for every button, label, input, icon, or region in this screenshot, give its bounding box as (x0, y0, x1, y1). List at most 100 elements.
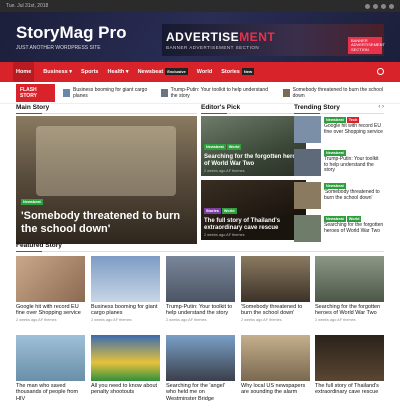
trending-item[interactable]: Newsbeat Trump-Putin: Your toolkit to he… (294, 149, 384, 179)
featured-card[interactable]: Google hit with record EU fine over Shop… (16, 256, 85, 322)
flash-ticker: FLASH STORY Business booming for giant c… (0, 82, 400, 104)
instagram-icon[interactable] (381, 3, 386, 9)
flash-story-label: FLASH STORY (16, 83, 55, 102)
banner-ad[interactable]: ADVERTISEMENT BANNER ADVERTISEMENT SECTI… (162, 24, 385, 56)
card-meta: 2 weeks ago AF themes (204, 233, 245, 237)
ad-badge: BANNER ADVERTISEMENT SECTION (348, 37, 385, 55)
ticker-item[interactable]: Business booming for giant cargo planes (62, 87, 153, 99)
site-title[interactable]: StoryMag Pro (16, 23, 127, 43)
card-image (166, 335, 235, 381)
category-badge[interactable]: World (221, 208, 237, 215)
featured-section: Featured Story Google hit with record EU… (16, 242, 384, 402)
editors-card[interactable]: Stories World The full story of Thailand'… (201, 180, 306, 240)
featured-card[interactable]: 'Somebody threatened to burn the school … (241, 256, 310, 322)
card-image (241, 256, 310, 302)
section-title: Featured Story (16, 242, 384, 252)
card-title[interactable]: Google hit with record EU fine over Shop… (16, 304, 85, 317)
facebook-icon[interactable] (365, 3, 370, 9)
card-image (91, 256, 160, 302)
editors-card[interactable]: Newsbeat World Searching for the forgotte… (201, 116, 306, 176)
trending-title[interactable]: Google hit with record EU fine over Shop… (324, 123, 384, 136)
nav-item-home[interactable]: Home (13, 62, 35, 82)
card-meta: 2 weeks ago AF themes (166, 317, 207, 322)
ticker-item[interactable]: Trump-Putin: Your toolkit to help unders… (160, 87, 275, 99)
section-title: Main Story (16, 104, 197, 114)
search-icon[interactable] (377, 68, 384, 75)
twitter-icon[interactable] (373, 3, 378, 9)
main-story-card[interactable]: Newsbeat 'Somebody threatened to burn th… (16, 116, 197, 244)
category-badge[interactable]: Newsbeat (21, 198, 43, 205)
section-title: Trending Story (294, 104, 384, 114)
featured-card[interactable]: The full story of Thailand's extraordina… (315, 335, 384, 396)
nav-item-newsbeat[interactable]: Newsbeat Exclusive (138, 68, 188, 75)
card-image (16, 335, 85, 381)
featured-row: Google hit with record EU fine over Shop… (16, 256, 384, 336)
category-badge[interactable]: World (226, 144, 242, 151)
card-image (241, 335, 310, 381)
main-story-section: Main Story Newsbeat 'Somebody threatened… (16, 104, 197, 244)
card-title[interactable]: Business booming for giant cargo planes (91, 304, 160, 317)
card-title[interactable]: The full story of Thailand's extraordina… (315, 383, 384, 396)
featured-card[interactable]: Searching for the forgotten heroes of Wo… (315, 256, 384, 322)
card-image (315, 256, 384, 302)
editors-pick-section: Editor's Pick Newsbeat World Searching fo… (201, 104, 306, 240)
trending-thumb (294, 116, 321, 143)
category-badge[interactable]: Newsbeat (204, 144, 226, 151)
date-text: Tue. Jul 31st, 2018 (6, 3, 49, 9)
carousel-arrows[interactable]: ‹ › (378, 104, 384, 110)
card-meta: 2 weeks ago AF themes (315, 317, 356, 322)
card-image (166, 256, 235, 302)
featured-card[interactable]: Business booming for giant cargo planes … (91, 256, 160, 322)
card-image (315, 335, 384, 381)
ad-subtitle: BANNER ADVERTISEMENT SECTION (166, 45, 260, 50)
card-image (16, 256, 85, 302)
trending-title[interactable]: 'Somebody threatened to burn the school … (324, 189, 384, 202)
featured-card[interactable]: All you need to know about penalty shoot… (91, 335, 160, 396)
card-meta: 2 weeks ago AF themes (241, 317, 282, 322)
nav-item-world[interactable]: World (197, 69, 212, 75)
top-bar: Tue. Jul 31st, 2018 (0, 0, 400, 12)
trending-item[interactable]: Newsbeat Tech Google hit with record EU f… (294, 116, 384, 146)
ticker-item[interactable]: Somebody threatened to burn the school d… (282, 87, 384, 99)
featured-card[interactable]: Why local US newspapers are sounding the… (241, 335, 310, 396)
featured-card[interactable]: The man who saved thousands of people fr… (16, 335, 85, 402)
trending-title[interactable]: Trump-Putin: Your toolkit to help unders… (324, 156, 384, 174)
trending-title[interactable]: Searching for the forgotten heroes of Wo… (324, 222, 384, 235)
section-title: Editor's Pick (201, 104, 306, 114)
card-image (91, 335, 160, 381)
featured-row: The man who saved thousands of people fr… (16, 335, 384, 415)
card-meta: 2 weeks ago AF themes (16, 317, 57, 322)
trending-item[interactable]: Newsbeat World Searching for the forgotte… (294, 215, 384, 245)
trending-thumb (294, 182, 321, 209)
main-nav: Home Business ▾ Sports Health ▾ Newsbeat… (0, 62, 400, 82)
card-meta: 2 weeks ago AF themes (91, 317, 132, 322)
social-links (365, 3, 394, 9)
featured-card[interactable]: Searching for the 'angel' who held me on… (166, 335, 235, 402)
card-title[interactable]: Searching for the 'angel' who held me on… (166, 383, 235, 402)
youtube-icon[interactable] (389, 3, 394, 9)
featured-card[interactable]: Trump-Putin: Your toolkit to help unders… (166, 256, 235, 322)
card-title[interactable]: Searching for the forgotten heroes of Wo… (204, 154, 306, 168)
site-tagline: JUST ANOTHER WORDPRESS SITE (16, 45, 101, 51)
main-story-title[interactable]: 'Somebody threatened to burn the school … (21, 210, 191, 236)
trending-thumb (294, 149, 321, 176)
card-title[interactable]: Why local US newspapers are sounding the… (241, 383, 310, 396)
trending-thumb (294, 215, 321, 242)
site-branding[interactable]: StoryMag Pro JUST ANOTHER WORDPRESS SITE (16, 23, 127, 51)
main-story-image (36, 126, 176, 196)
card-title[interactable]: 'Somebody threatened to burn the school … (241, 304, 310, 317)
card-title[interactable]: Trump-Putin: Your toolkit to help unders… (166, 304, 235, 317)
trending-section: Trending Story ‹ › Newsbeat Tech Google h… (294, 104, 384, 242)
site-header: StoryMag Pro JUST ANOTHER WORDPRESS SITE… (0, 12, 400, 62)
nav-item-stories[interactable]: Stories New (221, 68, 255, 75)
card-title[interactable]: The man who saved thousands of people fr… (16, 383, 85, 402)
card-title[interactable]: Searching for the forgotten heroes of Wo… (315, 304, 384, 317)
nav-item-business[interactable]: Business ▾ (43, 69, 72, 75)
card-title[interactable]: The full story of Thailand's extraordina… (204, 218, 306, 232)
category-badge[interactable]: Stories (204, 208, 221, 215)
nav-item-sports[interactable]: Sports (81, 69, 98, 75)
card-title[interactable]: All you need to know about penalty shoot… (91, 383, 160, 396)
nav-item-health[interactable]: Health ▾ (107, 69, 128, 75)
trending-item[interactable]: Newsbeat 'Somebody threatened to burn th… (294, 182, 384, 212)
card-meta: 2 weeks ago AF themes (204, 169, 245, 173)
